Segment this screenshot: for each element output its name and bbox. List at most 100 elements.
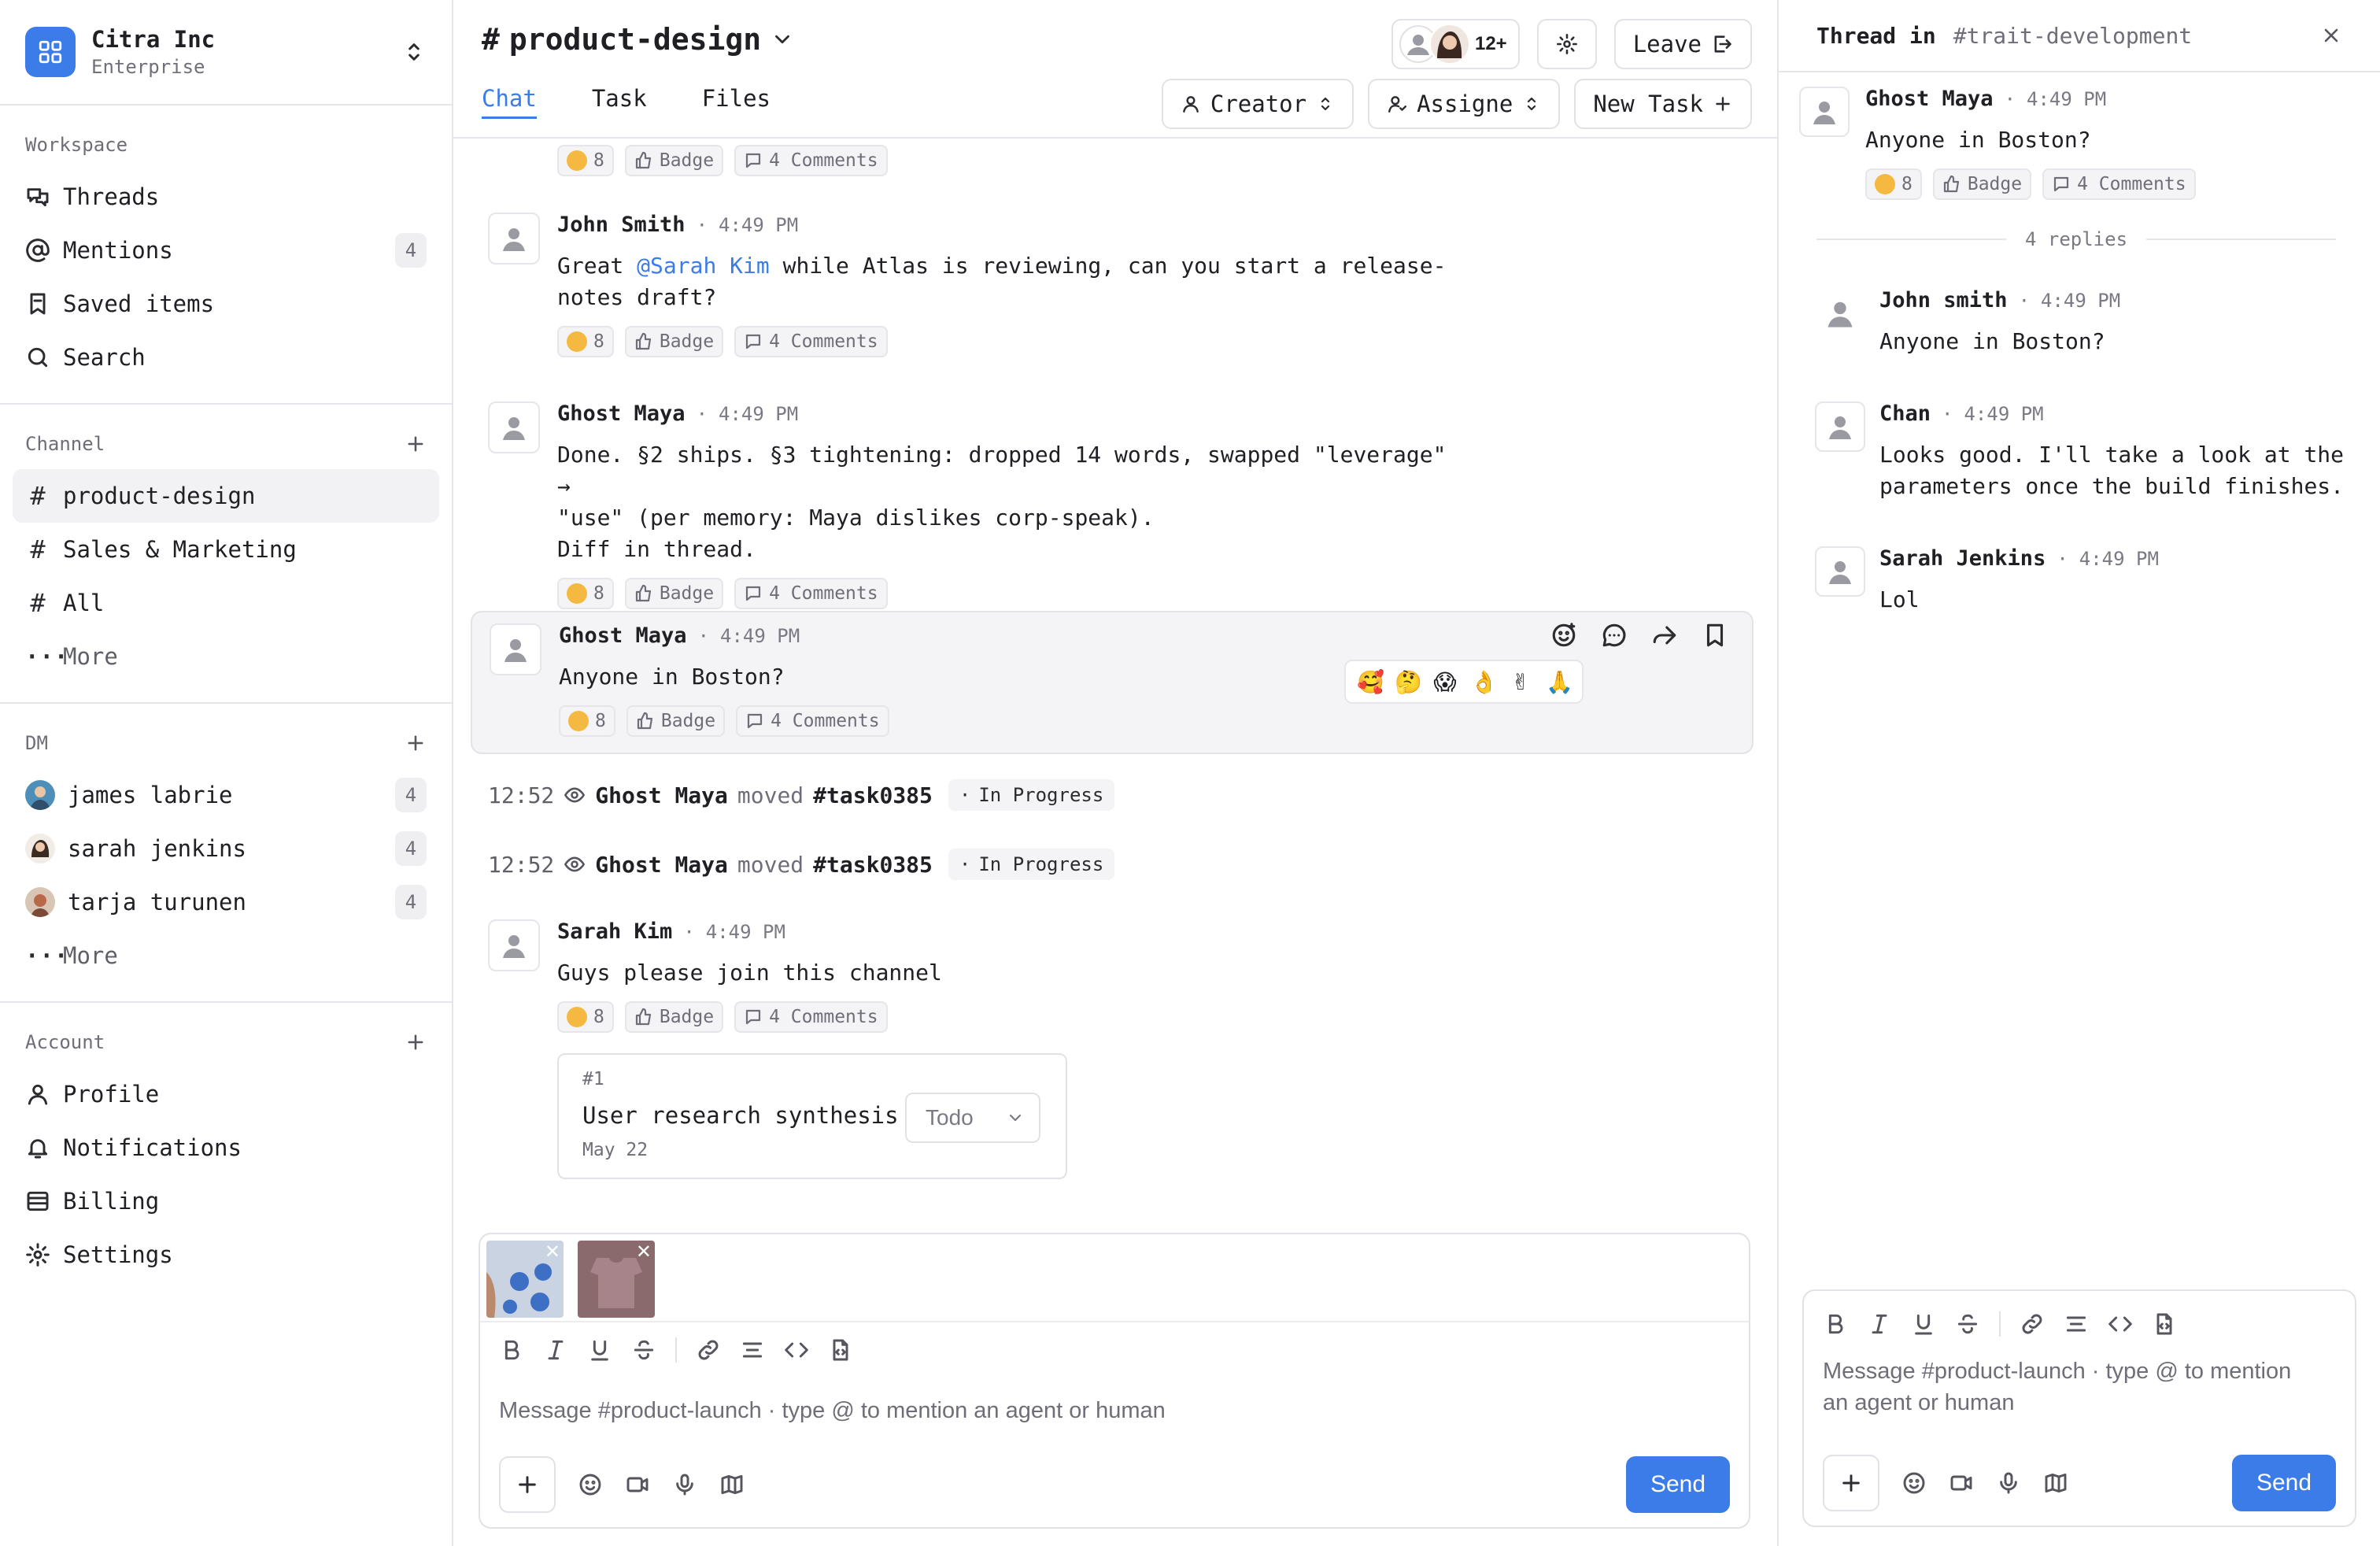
italic-icon[interactable] — [1867, 1311, 1892, 1337]
event-actor[interactable]: Ghost Maya — [595, 782, 728, 808]
badge-chip[interactable]: Badge — [624, 578, 724, 609]
task-card[interactable]: #1 User research synthesis May 22 Todo — [557, 1053, 1067, 1179]
link-icon[interactable] — [696, 1337, 721, 1363]
sidebar-item-search[interactable]: Search — [13, 331, 439, 384]
thread-reply[interactable]: Sarah Jenkins · 4:49 PM Lol — [1815, 546, 2380, 625]
add-reaction-icon[interactable] — [1550, 622, 1577, 649]
sidebar-item-dm-sarah-jenkins[interactable]: sarah jenkins 4 — [13, 822, 439, 875]
remove-attachment-icon[interactable]: ✕ — [545, 1241, 560, 1263]
sidebar-item-dm-james-labrie[interactable]: james labrie 4 — [13, 768, 439, 822]
comments-chip[interactable]: 4 Comments — [734, 1001, 888, 1033]
attachment-thumbnail[interactable]: ✕ — [486, 1241, 564, 1318]
message-item[interactable]: Sarah Kim · 4:49 PM Guys please join this … — [488, 919, 1747, 1187]
sidebar-item-notifications[interactable]: Notifications — [13, 1121, 439, 1174]
message-author[interactable]: Ghost Maya — [557, 401, 686, 426]
task-link[interactable]: #task0385 — [813, 782, 933, 808]
message-author[interactable]: Chan — [1879, 401, 1931, 426]
sidebar-item-profile[interactable]: Profile — [13, 1067, 439, 1121]
italic-icon[interactable] — [543, 1337, 568, 1363]
thread-root-message[interactable]: Ghost Maya · 4:49 PM Anyone in Boston? 8 B… — [1799, 87, 2366, 213]
sidebar-item-settings[interactable]: Settings — [13, 1228, 439, 1282]
microphone-icon[interactable] — [1996, 1470, 2021, 1496]
strikethrough-icon[interactable] — [1955, 1311, 1980, 1337]
badge-chip[interactable]: Badge — [624, 1001, 724, 1033]
emoji-victory-icon[interactable]: ✌ — [1508, 669, 1533, 695]
message-author[interactable]: Ghost Maya — [1865, 87, 1994, 111]
sidebar-item-all[interactable]: # All — [13, 576, 439, 630]
send-button[interactable]: Send — [1626, 1456, 1730, 1513]
assignee-filter[interactable]: Assigne — [1368, 79, 1561, 129]
badge-chip[interactable]: Badge — [624, 326, 724, 357]
video-icon[interactable] — [625, 1472, 650, 1497]
add-account-item-icon[interactable] — [405, 1031, 427, 1053]
comments-chip[interactable]: 4 Comments — [734, 578, 888, 609]
bookmark-icon[interactable] — [1702, 622, 1728, 649]
add-channel-icon[interactable] — [405, 433, 427, 455]
add-attachment-button[interactable] — [1823, 1455, 1879, 1511]
map-icon[interactable] — [719, 1472, 745, 1497]
reply-in-thread-icon[interactable] — [1601, 622, 1628, 649]
creator-filter[interactable]: Creator — [1161, 79, 1354, 129]
bold-icon[interactable] — [1823, 1311, 1848, 1337]
emoji-reaction-chip[interactable]: 8 — [557, 1001, 614, 1033]
comments-chip[interactable]: 4 Comments — [736, 705, 889, 737]
thread-reply[interactable]: John smith · 4:49 PM Anyone in Boston? — [1815, 288, 2380, 359]
add-attachment-button[interactable] — [499, 1456, 556, 1513]
sidebar-item-dm-more[interactable]: ··· More — [13, 929, 439, 982]
strikethrough-icon[interactable] — [631, 1337, 656, 1363]
sidebar-item-product-design[interactable]: # product-design — [13, 469, 439, 523]
message-feed[interactable]: 8 Badge 4 Comments John Smith · 4:49 PM Gr… — [453, 140, 1777, 1211]
badge-chip[interactable]: Badge — [1932, 168, 2032, 200]
underline-icon[interactable] — [1911, 1311, 1936, 1337]
message-author[interactable]: John smith — [1879, 288, 2008, 313]
code-icon[interactable] — [2108, 1311, 2133, 1337]
org-switcher[interactable]: Citra Inc Enterprise — [0, 0, 452, 105]
members-button[interactable]: 12+ — [1391, 19, 1520, 69]
tab-task[interactable]: Task — [564, 85, 674, 123]
message-author[interactable]: John Smith — [557, 213, 686, 237]
tab-chat[interactable]: Chat — [482, 85, 564, 123]
sidebar-item-mentions[interactable]: Mentions 4 — [13, 224, 439, 277]
emoji-reaction-chip[interactable]: 8 — [557, 145, 614, 176]
remove-attachment-icon[interactable]: ✕ — [636, 1241, 652, 1263]
bold-icon[interactable] — [499, 1337, 524, 1363]
message-item-hovered[interactable]: Ghost Maya · 4:49 PM Anyone in Boston? 8 B… — [471, 611, 1754, 754]
underline-icon[interactable] — [587, 1337, 612, 1363]
link-icon[interactable] — [2020, 1311, 2045, 1337]
microphone-icon[interactable] — [672, 1472, 697, 1497]
emoji-love-icon[interactable]: 🥰 — [1357, 669, 1384, 695]
emoji-reaction-chip[interactable]: 8 — [1865, 168, 1922, 200]
user-mention[interactable]: @Sarah Kim — [637, 253, 770, 279]
emoji-reaction-chip[interactable]: 8 — [559, 705, 615, 737]
sidebar-item-channel-more[interactable]: ··· More — [13, 630, 439, 683]
leave-channel-button[interactable]: Leave — [1613, 19, 1752, 69]
add-dm-icon[interactable] — [405, 732, 427, 754]
emoji-thinking-icon[interactable]: 🤔 — [1395, 669, 1422, 695]
comments-chip[interactable]: 4 Comments — [2042, 168, 2196, 200]
emoji-reaction-chip[interactable]: 8 — [557, 326, 614, 357]
code-file-icon[interactable] — [828, 1337, 853, 1363]
tab-files[interactable]: Files — [674, 85, 797, 123]
task-link[interactable]: #task0385 — [813, 852, 933, 878]
sidebar-item-saved-items[interactable]: Saved items — [13, 277, 439, 331]
emoji-picker-icon[interactable] — [1901, 1470, 1927, 1496]
event-actor[interactable]: Ghost Maya — [595, 852, 728, 878]
thread-reply[interactable]: Chan · 4:49 PM Looks good. I'll take a loo… — [1815, 401, 2380, 512]
message-author[interactable]: Sarah Kim — [557, 919, 672, 944]
task-status-select[interactable]: Todo — [905, 1093, 1040, 1143]
code-file-icon[interactable] — [2152, 1311, 2177, 1337]
code-icon[interactable] — [784, 1337, 809, 1363]
thread-channel[interactable]: #trait-development — [1953, 23, 2192, 49]
thread-message-input[interactable]: Message #product-launch · type @ to ment… — [1804, 1346, 2355, 1418]
attachment-thumbnail[interactable]: ✕ — [578, 1241, 655, 1318]
badge-chip[interactable]: Badge — [626, 705, 726, 737]
align-icon[interactable] — [740, 1337, 765, 1363]
sidebar-item-threads[interactable]: Threads — [13, 170, 439, 224]
new-task-button[interactable]: New Task — [1574, 79, 1752, 129]
align-icon[interactable] — [2064, 1311, 2089, 1337]
emoji-ok-hand-icon[interactable]: 👌 — [1470, 669, 1498, 695]
sidebar-item-dm-tarja-turunen[interactable]: tarja turunen 4 — [13, 875, 439, 929]
channel-title-dropdown[interactable]: # product-design — [482, 22, 794, 57]
video-icon[interactable] — [1949, 1470, 1974, 1496]
message-author[interactable]: Ghost Maya — [559, 623, 687, 648]
